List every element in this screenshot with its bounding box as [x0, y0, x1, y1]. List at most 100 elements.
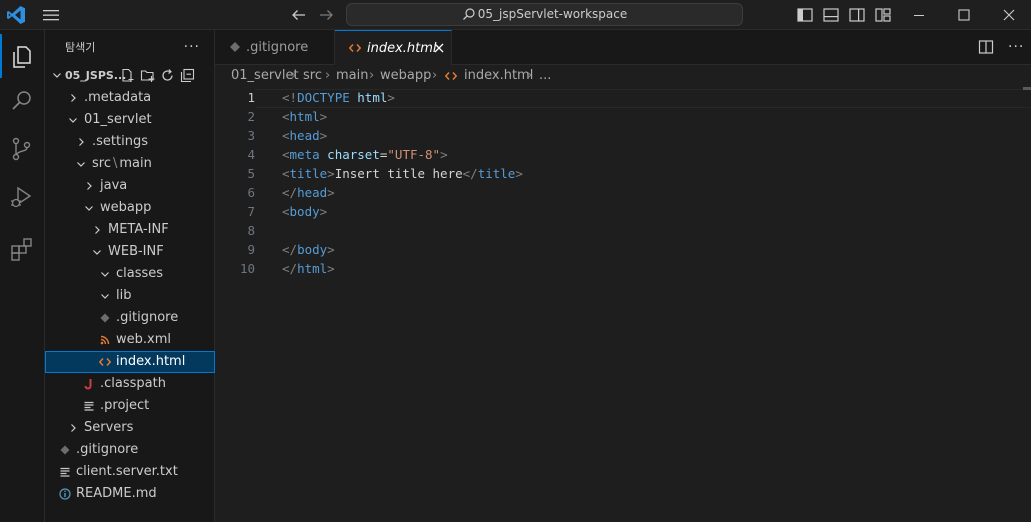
- tree-item[interactable]: Servers: [45, 417, 215, 439]
- tree-item[interactable]: .classpath: [45, 373, 215, 395]
- code-token: >: [440, 147, 448, 162]
- code-token: <: [282, 128, 290, 143]
- customize-layout-icon[interactable]: [874, 6, 892, 24]
- tree-item[interactable]: .gitignore: [45, 307, 215, 329]
- code-token: >: [327, 185, 335, 200]
- code-line: </head>: [282, 183, 335, 202]
- tree-item[interactable]: index.html: [45, 351, 215, 373]
- toggle-panel-icon[interactable]: [822, 6, 840, 24]
- line-number: 6: [247, 185, 255, 200]
- toggle-secondary-sidebar-icon[interactable]: [848, 6, 866, 24]
- tree-item-label: .settings: [92, 134, 148, 149]
- breadcrumb-item[interactable]: src: [303, 65, 322, 87]
- activity-extensions[interactable]: [0, 226, 45, 270]
- vscode-logo-icon[interactable]: [6, 5, 26, 25]
- tree-item-label: lib: [116, 288, 132, 303]
- command-center-search[interactable]: 05_jspServlet-workspace: [346, 3, 743, 26]
- code-token: head: [289, 128, 320, 143]
- breadcrumb-separator: ›: [325, 68, 331, 83]
- tree-item[interactable]: .gitignore: [45, 439, 215, 461]
- tree-item-label: java: [100, 178, 128, 193]
- tree-item[interactable]: .project: [45, 395, 215, 417]
- close-icon[interactable]: [433, 42, 445, 54]
- tree-item[interactable]: java: [45, 175, 215, 197]
- back-arrow-icon[interactable]: [290, 6, 308, 24]
- tree-item[interactable]: client.server.txt: [45, 461, 215, 483]
- activity-explorer[interactable]: [0, 34, 45, 78]
- refresh-icon[interactable]: [160, 68, 175, 83]
- sidebar-header: 탐색기 ···: [45, 30, 214, 65]
- activity-search[interactable]: [0, 78, 45, 122]
- java-file-icon: [84, 379, 92, 390]
- activity-run-debug[interactable]: [0, 174, 45, 218]
- code-token: >: [319, 109, 328, 124]
- tree-item-label: .project: [100, 398, 150, 413]
- new-file-icon[interactable]: [120, 68, 135, 83]
- workspace-root[interactable]: 05_JSPS...: [45, 65, 215, 87]
- scrollbar-marker[interactable]: [1023, 87, 1031, 90]
- tab-index-html[interactable]: index.html: [335, 30, 452, 65]
- git-file-icon: [100, 313, 110, 323]
- line-number: 7: [247, 204, 255, 219]
- chevron-right-icon: [87, 182, 92, 190]
- activity-source-control[interactable]: [0, 126, 45, 170]
- search-icon: [462, 8, 475, 20]
- breadcrumb-item[interactable]: index.html: [464, 65, 533, 87]
- tree-item-label: README.md: [76, 486, 157, 501]
- split-editor-icon[interactable]: [978, 39, 994, 55]
- code-token: >: [319, 204, 328, 219]
- code-line: <!DOCTYPE html>: [282, 88, 395, 107]
- code-token: >: [327, 261, 335, 276]
- maximize-icon[interactable]: [955, 6, 973, 24]
- breadcrumb-separator: ›: [291, 68, 297, 83]
- chevron-right-icon: [71, 424, 76, 432]
- code-token: <: [282, 147, 290, 162]
- tree-item[interactable]: lib: [45, 285, 215, 307]
- breadcrumb-item[interactable]: webapp: [380, 65, 431, 87]
- line-number: 3: [247, 128, 255, 143]
- code-token: >: [515, 166, 523, 181]
- editor-more-button[interactable]: ···: [1008, 30, 1024, 65]
- tree-item[interactable]: .settings: [45, 131, 215, 153]
- tree-item-label: Servers: [84, 420, 134, 435]
- tree-item[interactable]: .metadata: [45, 87, 215, 109]
- menu-icon[interactable]: [42, 6, 60, 24]
- tab-gitignore[interactable]: .gitignore: [215, 30, 335, 65]
- code-token: meta: [289, 147, 320, 162]
- tree-item-label: WEB-INF: [108, 244, 164, 259]
- collapse-all-icon[interactable]: [180, 68, 195, 83]
- tree-item[interactable]: WEB-INF: [45, 241, 215, 263]
- breadcrumb-item[interactable]: ...: [539, 65, 551, 87]
- tree-item[interactable]: 01_servlet: [45, 109, 215, 131]
- breadcrumb-item[interactable]: main: [336, 65, 368, 87]
- tree-item-label: webapp: [100, 200, 152, 215]
- code-token: title: [289, 166, 328, 181]
- code-token: body: [289, 204, 320, 219]
- minimize-icon[interactable]: [910, 6, 928, 24]
- tree-item[interactable]: META-INF: [45, 219, 215, 241]
- tree-item[interactable]: web.xml: [45, 329, 215, 351]
- tree-item[interactable]: classes: [45, 263, 215, 285]
- close-window-icon[interactable]: [1000, 6, 1018, 24]
- toggle-primary-sidebar-icon[interactable]: [796, 6, 814, 24]
- tree-item-label: web.xml: [116, 332, 171, 347]
- tree-item[interactable]: webapp: [45, 197, 215, 219]
- line-number: 4: [247, 147, 255, 162]
- explorer-sidebar: 탐색기 ··· 05_JSPS... .metadata 01_servlet: [45, 30, 215, 522]
- code-token: <: [282, 109, 290, 124]
- text-file-icon: [60, 467, 70, 477]
- tree-item-label: .classpath: [100, 376, 166, 391]
- chevron-down-icon: [101, 272, 109, 277]
- new-folder-icon[interactable]: [140, 68, 155, 83]
- tree-item[interactable]: README.md: [45, 483, 215, 505]
- code-editor[interactable]: 1 <!DOCTYPE html> 2 <html> 3 <head> 4 <meta cha…: [215, 87, 1031, 522]
- sidebar-more-button[interactable]: ···: [184, 30, 200, 65]
- breadcrumb-separator: ›: [527, 68, 533, 83]
- tree-item[interactable]: src \ main: [45, 153, 215, 175]
- chevron-right-icon: [71, 94, 76, 102]
- breadcrumb-item[interactable]: 01_servlet: [231, 65, 299, 87]
- code-line: <title>Insert title here</title>: [282, 164, 523, 183]
- sidebar-title: 탐색기: [65, 41, 96, 54]
- tree-item-label: .gitignore: [76, 442, 139, 457]
- forward-arrow-icon[interactable]: [317, 6, 335, 24]
